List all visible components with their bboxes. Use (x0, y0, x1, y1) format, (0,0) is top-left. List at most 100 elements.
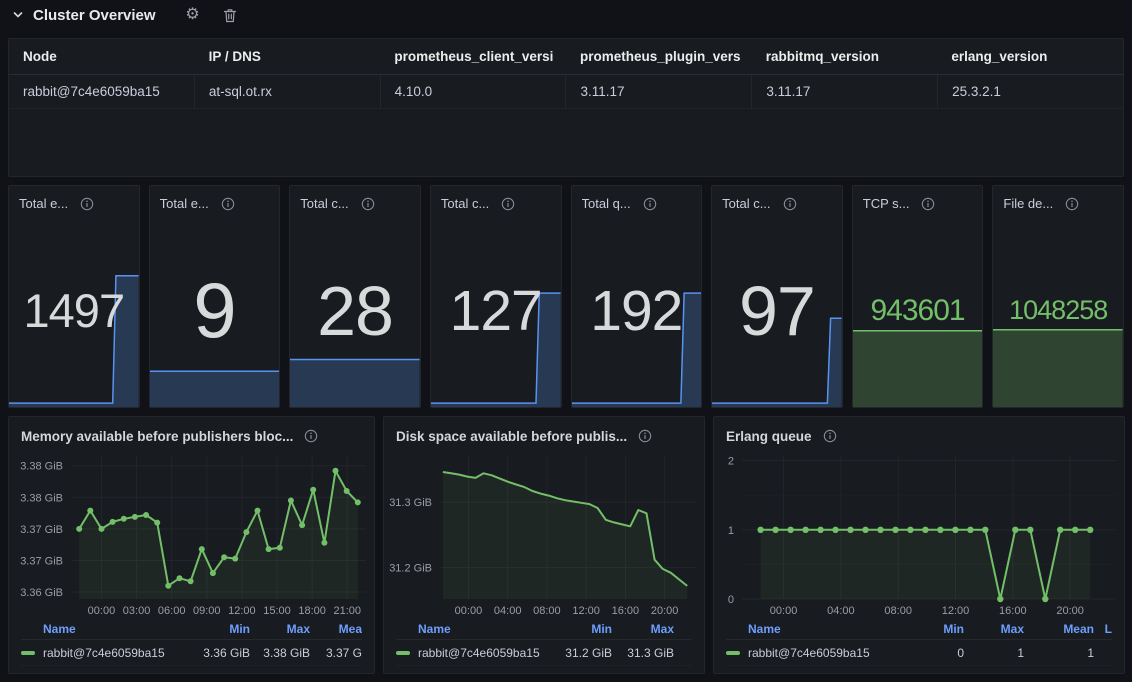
svg-text:16:00: 16:00 (999, 605, 1027, 617)
time-series-row: Memory available before publishers bloc.… (8, 416, 1125, 674)
panel-title[interactable]: Total c... (300, 196, 348, 211)
info-circle-icon[interactable] (1065, 197, 1079, 211)
svg-text:09:00: 09:00 (193, 605, 221, 617)
legend-col-last[interactable]: L (1094, 622, 1112, 636)
svg-text:12:00: 12:00 (572, 605, 600, 617)
svg-text:12:00: 12:00 (228, 605, 256, 617)
svg-text:31.2 GiB: 31.2 GiB (389, 563, 432, 575)
panel-title[interactable]: TCP s... (863, 196, 910, 211)
info-circle-icon[interactable] (304, 429, 318, 443)
cell-ip-dns: at-sql.ot.rx (194, 75, 380, 108)
dashboard-row-header: Cluster Overview ⚙ (0, 0, 1132, 30)
cell-erlang-version: 25.3.2.1 (937, 75, 1123, 108)
svg-text:00:00: 00:00 (455, 605, 483, 617)
panel-title[interactable]: Total c... (722, 196, 770, 211)
panel-title[interactable]: Total e... (19, 196, 68, 211)
cell-rabbitmq-version: 3.11.17 (751, 75, 937, 108)
info-circle-icon[interactable] (638, 429, 652, 443)
svg-text:00:00: 00:00 (770, 605, 798, 617)
panel-memory-available: Memory available before publishers bloc.… (8, 416, 375, 674)
svg-text:04:00: 04:00 (494, 605, 522, 617)
svg-text:16:00: 16:00 (612, 605, 640, 617)
info-circle-icon[interactable] (80, 197, 94, 211)
disk-chart[interactable]: 31.2 GiB 31.3 GiB 00:00 04:00 08:00 12:00 16:0… (384, 447, 704, 619)
column-header-node[interactable]: Node (9, 49, 195, 64)
info-circle-icon[interactable] (361, 197, 375, 211)
legend-col-mean[interactable]: Mea (310, 622, 362, 636)
info-circle-icon[interactable] (221, 197, 235, 211)
erlang-queue-chart[interactable]: 01200:0004:0008:0012:0016:0020:00 (714, 447, 1124, 619)
svg-text:31.3 GiB: 31.3 GiB (389, 497, 432, 509)
legend-col-name[interactable]: Name (21, 622, 190, 636)
legend-series-name[interactable]: rabbit@7c4e6059ba15 (726, 646, 906, 660)
legend-col-min[interactable]: Min (190, 622, 250, 636)
panel-title[interactable]: Total e... (160, 196, 209, 211)
svg-text:15:00: 15:00 (263, 605, 291, 617)
info-circle-icon[interactable] (823, 429, 837, 443)
chevron-down-icon[interactable] (12, 9, 24, 21)
cell-prometheus-client-version: 4.10.0 (380, 75, 566, 108)
legend-col-max[interactable]: Max (612, 622, 674, 636)
legend-row: rabbit@7c4e6059ba15 0 1 1 (726, 640, 1112, 666)
info-circle-icon[interactable] (921, 197, 935, 211)
info-circle-icon[interactable] (501, 197, 515, 211)
svg-text:06:00: 06:00 (158, 605, 186, 617)
cell-node: rabbit@7c4e6059ba15 (9, 75, 194, 108)
column-header-rabbitmq-version[interactable]: rabbitmq_version (752, 49, 938, 64)
legend-col-name[interactable]: Name (396, 622, 550, 636)
stat-panel-total-exchanges: Total e... 1497 (8, 185, 140, 408)
svg-text:08:00: 08:00 (533, 605, 561, 617)
legend-max-value: 3.38 GiB (250, 646, 310, 660)
legend-col-min[interactable]: Min (550, 622, 612, 636)
legend-mean-value: 3.37 G (310, 646, 362, 660)
svg-text:18:00: 18:00 (298, 605, 326, 617)
legend-row: rabbit@7c4e6059ba15 31.2 GiB 31.3 GiB (396, 640, 692, 666)
legend-col-mean[interactable]: Mean (1024, 622, 1094, 636)
stat-value: 9 (150, 214, 280, 407)
panel-title[interactable]: Total q... (582, 196, 631, 211)
panel-title[interactable]: File de... (1003, 196, 1053, 211)
gear-icon[interactable]: ⚙ (179, 4, 207, 26)
svg-text:12:00: 12:00 (942, 605, 970, 617)
legend: Name Min Max Mea rabbit@7c4e6059ba15 3.3… (9, 619, 374, 666)
panel-title[interactable]: Erlang queue (726, 429, 812, 444)
legend: Name Min Max rabbit@7c4e6059ba15 31.2 Gi… (384, 619, 704, 666)
svg-text:3.36 GiB: 3.36 GiB (20, 587, 63, 599)
column-header-erlang-version[interactable]: erlang_version (937, 49, 1123, 64)
panel-title[interactable]: Disk space available before publis... (396, 429, 627, 444)
legend-col-max[interactable]: Max (250, 622, 310, 636)
stat-panel-file-descriptors: File de... 1048258 (992, 185, 1124, 408)
svg-text:21:00: 21:00 (334, 605, 362, 617)
column-header-prometheus-client-version[interactable]: prometheus_client_versi (380, 49, 566, 64)
row-title[interactable]: Cluster Overview (33, 7, 156, 24)
panel-title[interactable]: Total c... (441, 196, 489, 211)
stat-panel-total-exchanges-2: Total e... 9 (149, 185, 281, 408)
stat-value: 97 (712, 214, 842, 407)
legend-col-name[interactable]: Name (726, 622, 906, 636)
info-circle-icon[interactable] (643, 197, 657, 211)
panel-erlang-queue: Erlang queue 01200:0004:0008:0012:0016:0… (713, 416, 1125, 674)
svg-text:2: 2 (728, 456, 734, 468)
legend-series-name[interactable]: rabbit@7c4e6059ba15 (21, 646, 190, 660)
panel-title[interactable]: Memory available before publishers bloc.… (21, 429, 293, 444)
column-header-prometheus-plugin-version[interactable]: prometheus_plugin_vers (566, 49, 752, 64)
trash-icon[interactable] (216, 4, 244, 26)
stat-value: 943601 (853, 214, 983, 407)
stat-value: 1048258 (993, 214, 1123, 407)
stat-panel-total-consumers: Total c... 97 (711, 185, 843, 408)
stat-panel-total-queues: Total q... 192 (571, 185, 703, 408)
table-header-row: Node IP / DNS prometheus_client_versi pr… (9, 39, 1123, 75)
legend-col-min[interactable]: Min (906, 622, 964, 636)
legend-mean-value: 1 (1024, 646, 1094, 660)
svg-text:04:00: 04:00 (827, 605, 855, 617)
table-row: rabbit@7c4e6059ba15 at-sql.ot.rx 4.10.0 … (9, 75, 1123, 109)
svg-text:03:00: 03:00 (123, 605, 151, 617)
info-circle-icon[interactable] (783, 197, 797, 211)
column-header-ip-dns[interactable]: IP / DNS (195, 49, 381, 64)
memory-chart[interactable]: 3.36 GiB3.37 GiB3.37 GiB3.38 GiB3.38 GiB… (9, 447, 374, 619)
legend-series-name[interactable]: rabbit@7c4e6059ba15 (396, 646, 550, 660)
legend-col-max[interactable]: Max (964, 622, 1024, 636)
legend-max-value: 1 (964, 646, 1024, 660)
svg-text:00:00: 00:00 (88, 605, 116, 617)
series-swatch (396, 651, 410, 655)
